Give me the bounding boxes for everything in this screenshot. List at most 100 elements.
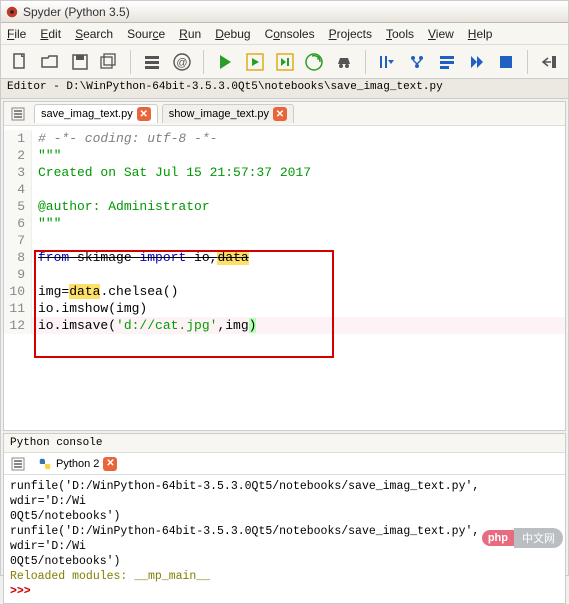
new-file-button[interactable]: [7, 49, 33, 75]
continue-button[interactable]: [464, 49, 490, 75]
run-selection-button[interactable]: [301, 49, 327, 75]
close-icon[interactable]: ✕: [103, 457, 117, 471]
code-editor[interactable]: 1# -*- coding: utf-8 -*-2"""3Created on …: [4, 126, 565, 338]
code-line[interactable]: 5@author: Administrator: [4, 198, 565, 215]
code-line[interactable]: 12io.imsave('d://cat.jpg',img): [4, 317, 565, 334]
menu-edit[interactable]: Edit: [40, 27, 61, 41]
tab-label: save_imag_text.py: [41, 108, 133, 120]
tab-save-imag-text[interactable]: save_imag_text.py ✕: [34, 104, 158, 123]
menu-source[interactable]: Source: [127, 27, 165, 41]
console-line: runfile('D:/WinPython-64bit-3.5.3.0Qt5/n…: [10, 479, 559, 509]
code-line[interactable]: 3Created on Sat Jul 15 21:57:37 2017: [4, 164, 565, 181]
code-line[interactable]: 1# -*- coding: utf-8 -*-: [4, 130, 565, 147]
toolbar-separator: [365, 50, 366, 74]
menu-view[interactable]: View: [428, 27, 454, 41]
stop-button[interactable]: [493, 49, 519, 75]
tab-label: show_image_text.py: [169, 108, 269, 120]
line-content: """: [32, 215, 565, 232]
line-number: 1: [4, 130, 32, 147]
editor-tabs: save_imag_text.py ✕ show_image_text.py ✕: [4, 102, 565, 126]
line-content: """: [32, 147, 565, 164]
step-over-button[interactable]: [374, 49, 400, 75]
line-number: 11: [4, 300, 32, 317]
title-bar: Spyder (Python 3.5): [1, 1, 568, 23]
code-line[interactable]: 4: [4, 181, 565, 198]
step-into-button[interactable]: [404, 49, 430, 75]
toolbar-separator: [203, 50, 204, 74]
console-prompt[interactable]: >>>: [10, 584, 559, 599]
menu-search[interactable]: Search: [75, 27, 113, 41]
line-number: 3: [4, 164, 32, 181]
console-tabs: Python 2 ✕: [4, 453, 565, 475]
debug-button[interactable]: [331, 49, 357, 75]
line-number: 5: [4, 198, 32, 215]
svg-text:@: @: [176, 57, 187, 69]
watermark-right: 中文网: [514, 528, 563, 548]
line-content: [32, 181, 565, 198]
line-number: 8: [4, 249, 32, 266]
line-content: Created on Sat Jul 15 21:57:37 2017: [32, 164, 565, 181]
menu-consoles[interactable]: Consoles: [265, 27, 315, 41]
toolbar-separator: [130, 50, 131, 74]
console-line: runfile('D:/WinPython-64bit-3.5.3.0Qt5/n…: [10, 524, 559, 554]
run-cell-button[interactable]: [242, 49, 268, 75]
console-line: 0Qt5/notebooks'): [10, 509, 559, 524]
menu-debug[interactable]: Debug: [215, 27, 250, 41]
code-line[interactable]: 8from skimage import io,data: [4, 249, 565, 266]
open-file-button[interactable]: [37, 49, 63, 75]
menu-file[interactable]: File: [7, 27, 26, 41]
line-number: 4: [4, 181, 32, 198]
line-content: [32, 266, 565, 283]
code-line[interactable]: 10img=data.chelsea(): [4, 283, 565, 300]
code-line[interactable]: 11io.imshow(img): [4, 300, 565, 317]
code-line[interactable]: 6""": [4, 215, 565, 232]
line-number: 6: [4, 215, 32, 232]
menu-projects[interactable]: Projects: [329, 27, 372, 41]
close-icon[interactable]: ✕: [137, 107, 151, 121]
line-number: 10: [4, 283, 32, 300]
spyder-icon: [5, 5, 19, 19]
cell-block-button[interactable]: [139, 49, 165, 75]
last-edit-button[interactable]: [536, 49, 562, 75]
toolbar-separator: [527, 50, 528, 74]
line-content: io.imsave('d://cat.jpg',img): [32, 317, 565, 334]
code-line[interactable]: 2""": [4, 147, 565, 164]
email-button[interactable]: @: [169, 49, 195, 75]
menu-run[interactable]: Run: [179, 27, 201, 41]
tab-list-button[interactable]: [8, 104, 28, 124]
editor-pane: save_imag_text.py ✕ show_image_text.py ✕…: [3, 101, 566, 431]
menu-help[interactable]: Help: [468, 27, 493, 41]
console-tab-label[interactable]: Python 2: [56, 458, 99, 470]
console-tab-list-button[interactable]: [8, 454, 28, 474]
line-content: @author: Administrator: [32, 198, 565, 215]
console-panel: Python console Python 2 ✕ runfile('D:/Wi…: [3, 433, 566, 604]
close-icon[interactable]: ✕: [273, 107, 287, 121]
line-content: img=data.chelsea(): [32, 283, 565, 300]
tab-show-image-text[interactable]: show_image_text.py ✕: [162, 104, 294, 123]
code-line[interactable]: 7: [4, 232, 565, 249]
line-number: 7: [4, 232, 32, 249]
save-all-button[interactable]: [96, 49, 122, 75]
menu-bar: File Edit Search Source Run Debug Consol…: [1, 23, 568, 45]
line-number: 12: [4, 317, 32, 334]
line-content: io.imshow(img): [32, 300, 565, 317]
console-header: Python console: [4, 434, 565, 453]
line-content: from skimage import io,data: [32, 249, 565, 266]
watermark: php 中文网: [482, 528, 563, 548]
save-button[interactable]: [67, 49, 93, 75]
python-icon: [38, 457, 52, 471]
window-title: Spyder (Python 3.5): [23, 5, 130, 19]
step-out-button[interactable]: [434, 49, 460, 75]
editor-path: Editor - D:\WinPython-64bit-3.5.3.0Qt5\n…: [1, 79, 568, 99]
console-reloaded: Reloaded modules: __mp_main__: [10, 569, 559, 584]
run-cell-advance-button[interactable]: [272, 49, 298, 75]
watermark-left: php: [482, 530, 514, 546]
line-number: 9: [4, 266, 32, 283]
line-content: [32, 232, 565, 249]
run-button[interactable]: [212, 49, 238, 75]
line-content: # -*- coding: utf-8 -*-: [32, 130, 565, 147]
menu-tools[interactable]: Tools: [386, 27, 414, 41]
console-line: 0Qt5/notebooks'): [10, 554, 559, 569]
toolbar: @: [1, 45, 568, 79]
code-line[interactable]: 9: [4, 266, 565, 283]
